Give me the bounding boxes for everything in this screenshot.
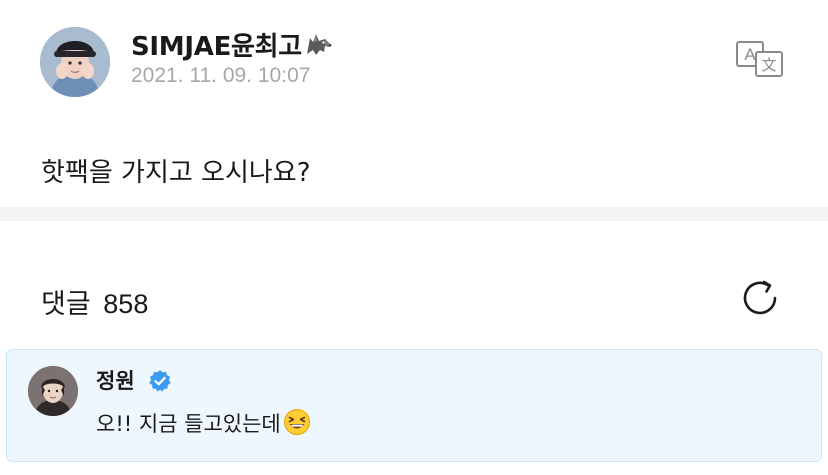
translate-icon: A 文 [736,41,783,77]
comment-text-content: 오!! 지금 들고있는데 [96,412,281,436]
verified-badge-icon [148,369,172,393]
comment-text: 오!! 지금 들고있는데 [96,408,311,441]
comments-count: 858 [103,289,149,319]
author-avatar[interactable] [40,27,110,97]
author-name-text: SIMJAE윤최고 [131,32,302,62]
svg-text:A: A [744,45,756,64]
refresh-button[interactable] [739,277,781,319]
author-avatar-image [40,27,110,97]
post-body: 핫팩을 가지고 오시나요? [41,158,311,188]
post-date: 2021. 11. 09. 10:07 [131,64,311,87]
commenter-avatar[interactable] [28,366,78,416]
comments-title: 댓글 858 [41,282,148,321]
section-divider [0,207,828,221]
comments-header: 댓글 858 [0,221,828,348]
wolf-icon [304,28,334,65]
refresh-icon [743,280,777,315]
comment-item[interactable]: 정원 오!! 지금 들고있는데 [6,349,822,462]
commenter-avatar-image [28,366,78,416]
svg-text:文: 文 [761,56,776,74]
comments-label: 댓글 [41,289,91,320]
commenter-name[interactable]: 정원 [96,365,135,395]
translate-button[interactable]: A 文 [734,40,786,78]
author-name[interactable]: SIMJAE윤최고 [131,26,334,65]
grinning-squinting-face-icon [283,408,311,441]
post-header: SIMJAE윤최고 2021. 11. 09. 10:07 A 文 [0,0,828,120]
